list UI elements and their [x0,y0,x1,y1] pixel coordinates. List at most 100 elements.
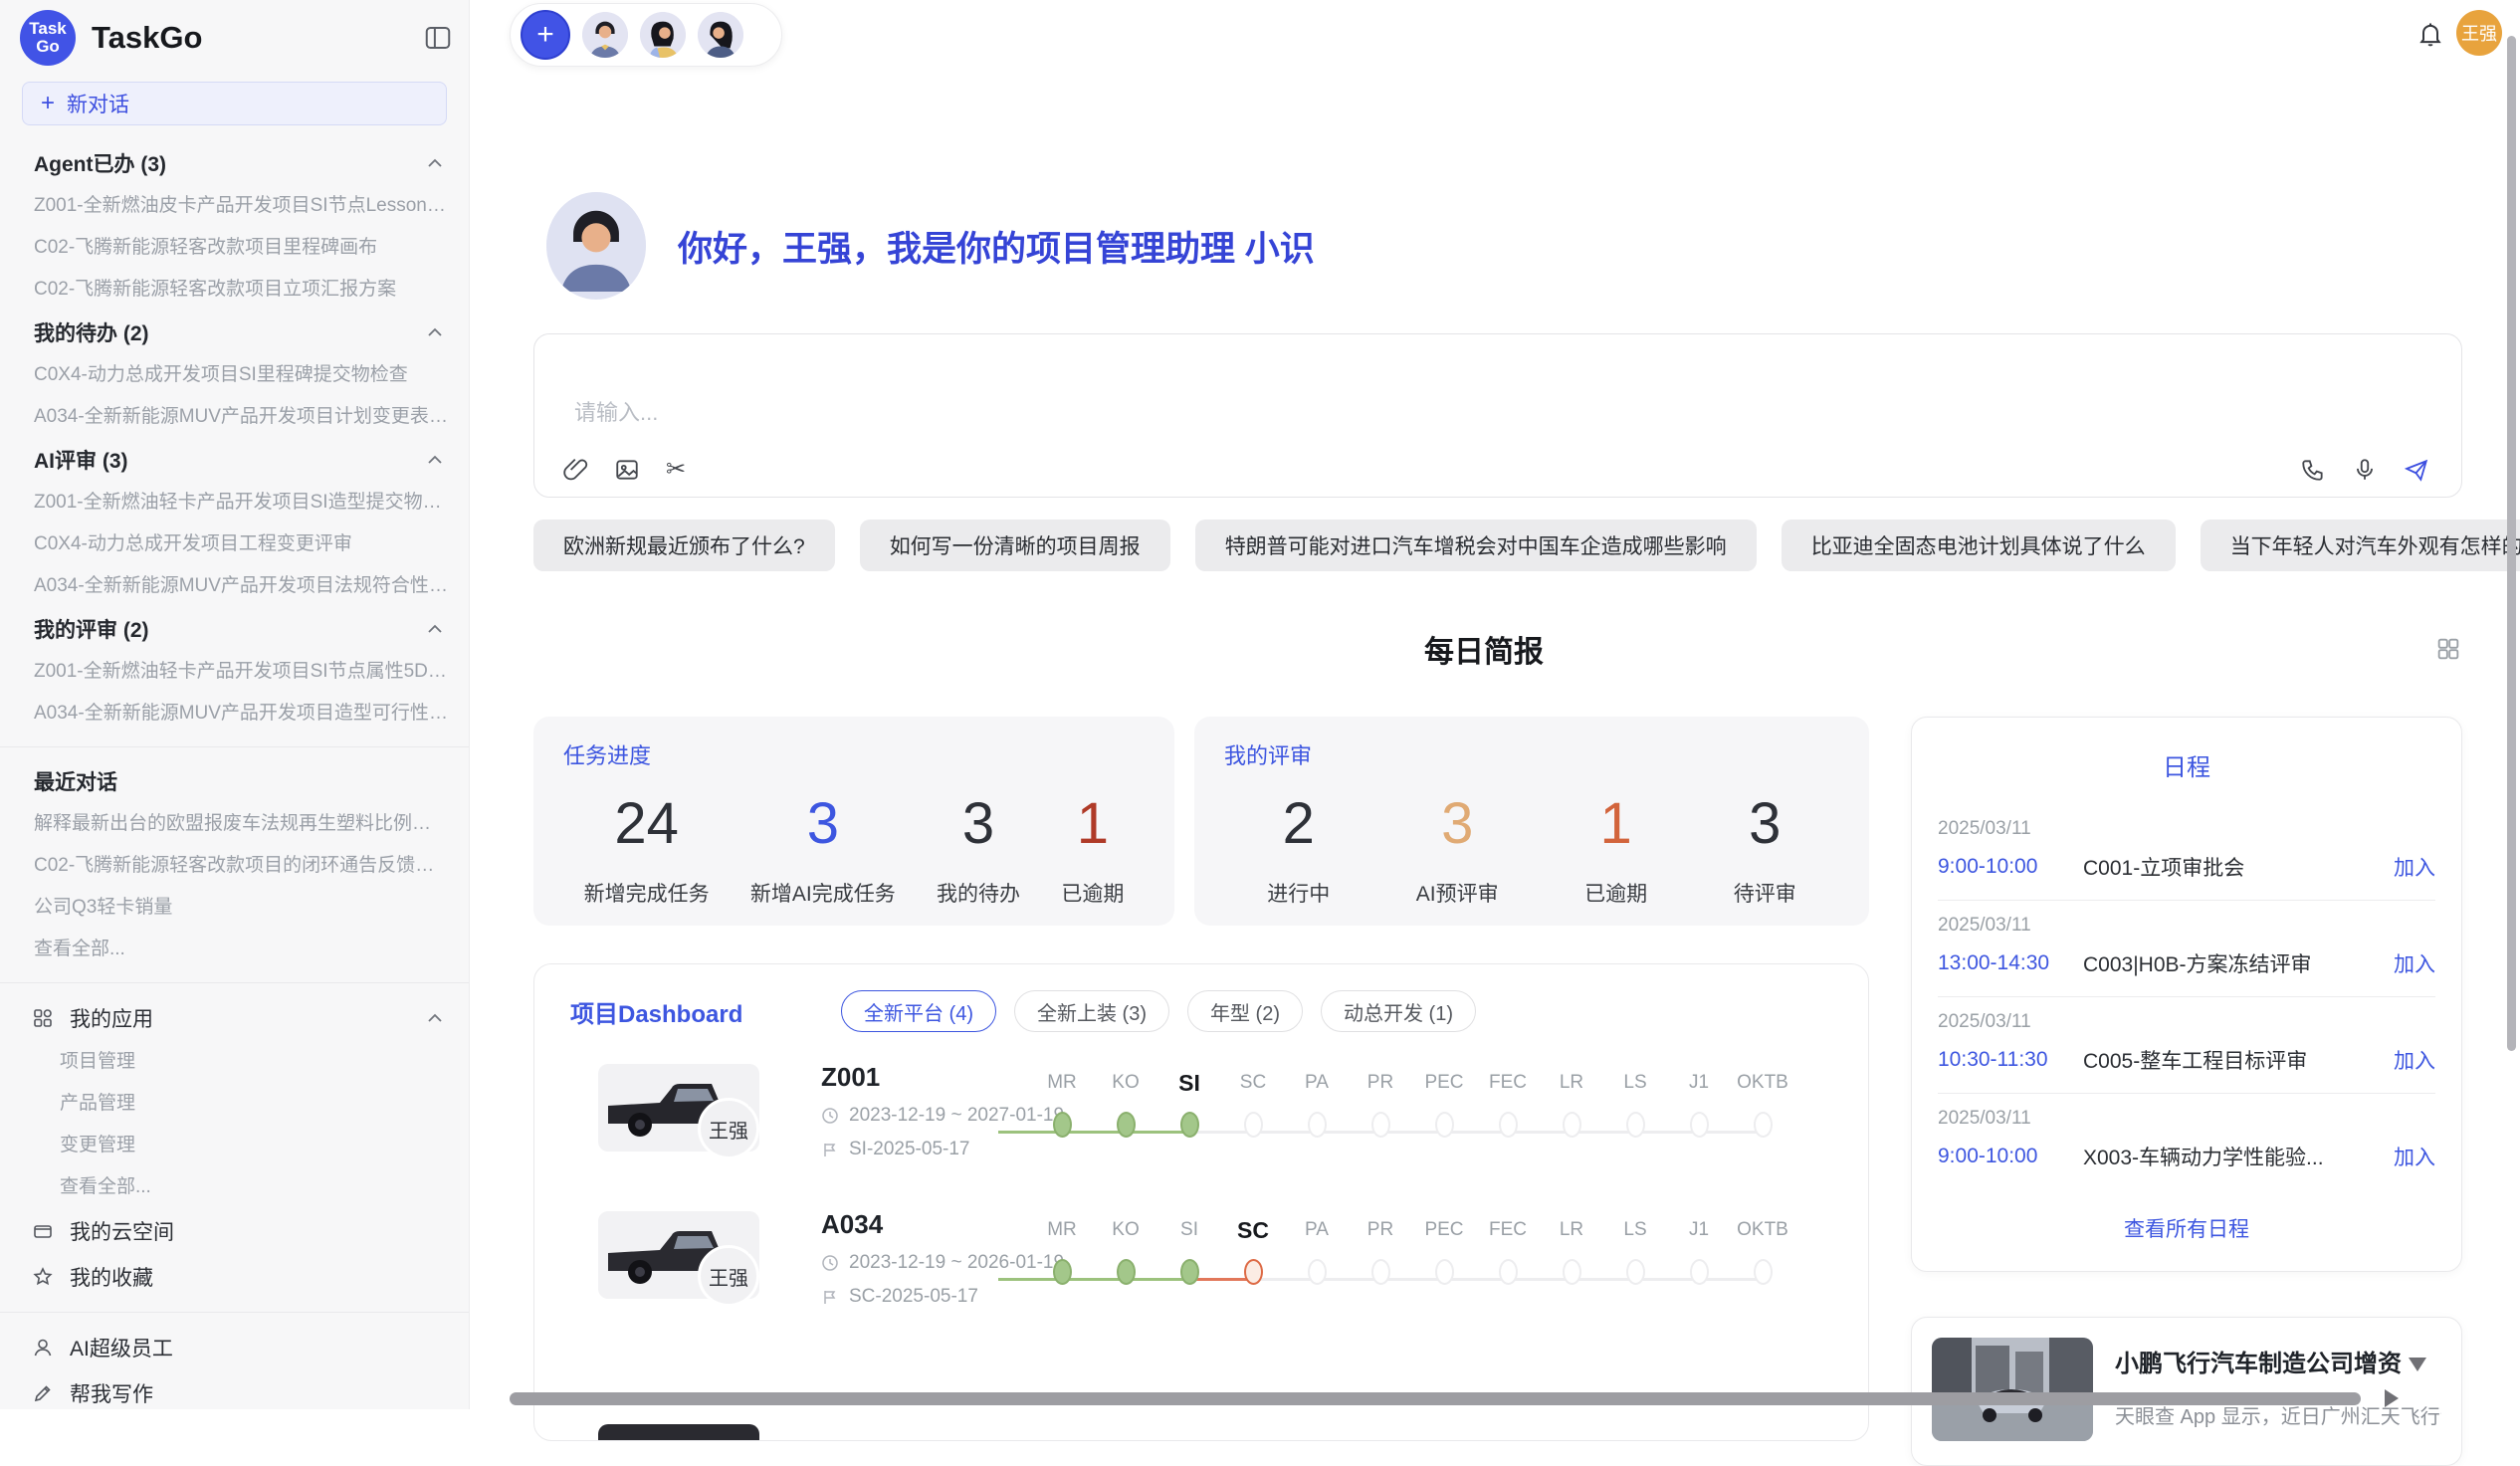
clock-icon [821,1107,839,1125]
phone-call-icon[interactable] [2300,457,2326,483]
pencil-icon [32,1382,54,1404]
app-link-item[interactable]: 产品管理 [0,1083,469,1125]
suggestion-chip[interactable]: 欧洲新规最近颁布了什么? [533,520,835,571]
suggestion-chip[interactable]: 比亚迪全固态电池计划具体说了什么 [1782,520,2176,571]
filter-pill[interactable]: 年型 (2) [1187,990,1303,1032]
join-link[interactable]: 加入 [2394,1142,2435,1171]
join-link[interactable]: 加入 [2394,948,2435,978]
schedule-name: X003-车辆动力学性能验... [2083,1142,2380,1171]
sidebar-item-my-apps[interactable]: 我的应用 [0,995,469,1041]
filter-pill[interactable]: 全新平台 (4) [841,990,996,1032]
chat-input-card: ✂ [533,333,2462,498]
schedule-date: 2025/03/11 [1938,818,2435,840]
chevron-up-icon[interactable] [427,624,443,634]
join-link[interactable]: 加入 [2394,852,2435,882]
stat-value: 24 [614,788,679,860]
sidebar-task-item[interactable]: A034-全新新能源MUV产品开发项目造型可行性评审 [0,693,469,734]
milestone: SC [1221,1213,1285,1285]
project-info: A034 2023-12-19 ~ 2026-01-19 SC-2025-05-… [821,1209,1064,1308]
milestone-dot [1626,1112,1645,1138]
user-avatar[interactable]: 王强 [2456,10,2502,56]
sidebar-collapse-icon[interactable] [423,23,453,53]
sidebar-task-item[interactable]: C02-飞腾新能源轻客改款项目里程碑画布 [0,227,469,269]
sidebar-task-item[interactable]: Z001-全新燃油轻卡产品开发项目SI造型提交物评审 [0,482,469,524]
milestone: KO [1094,1066,1157,1138]
recent-chat-item[interactable]: C02-飞腾新能源轻客改款项目的闭环通告反馈情况 [0,845,469,887]
sidebar-task-item[interactable]: C02-飞腾新能源轻客改款项目立项汇报方案 [0,269,469,311]
project-row-a034[interactable]: 王强 A034 2023-12-19 ~ 2026-01-19 SC-2025-… [570,1207,1832,1327]
section-header-ai-review[interactable]: AI评审 (3) [0,438,469,482]
apps-view-all[interactable]: 查看全部... [0,1166,469,1208]
chevron-up-icon[interactable] [427,455,443,465]
recent-chat-item[interactable]: 解释最新出台的欧盟报废车法规再生塑料比例被调至15%... [0,803,469,845]
send-icon[interactable] [2404,457,2429,483]
milestone-dot [1499,1112,1518,1138]
vertical-scrollbar[interactable] [2507,36,2516,1051]
filter-pill[interactable]: 动总开发 (1) [1321,990,1476,1032]
chevron-up-icon[interactable] [427,1013,443,1023]
cloud-space-icon [32,1220,54,1242]
project-dates: 2023-12-19 ~ 2027-01-19 [821,1105,1064,1127]
stat-item: 3 待评审 [1734,788,1796,908]
stats-row: 任务进度 24 新增完成任务 3 新增AI [533,717,1869,926]
my-review-title: 我的评审 [1224,738,1839,770]
chevron-up-icon[interactable] [427,327,443,337]
assistant-avatar [546,192,646,300]
sidebar-task-item[interactable]: A034-全新新能源MUV产品开发项目法规符合性评审 [0,565,469,607]
microphone-icon[interactable] [2352,457,2378,483]
attachment-icon[interactable] [562,457,588,483]
sidebar-item-cloud-space[interactable]: 我的云空间 [0,1208,469,1254]
sidebar-task-item[interactable]: Z001-全新燃油轻卡产品开发项目SI节点属性5D文件评审 [0,651,469,693]
milestone-dot [1053,1259,1072,1285]
app-link-item[interactable]: 变更管理 [0,1125,469,1166]
sidebar-item-write-helper[interactable]: 帮我写作 [0,1370,469,1409]
chat-input[interactable] [574,400,1769,426]
sidebar-task-item[interactable]: Z001-全新燃油皮卡产品开发项目SI节点Lesson Learn报告 [0,185,469,227]
sidebar-header: Task Go TaskGo [0,0,469,72]
filter-pill[interactable]: 全新上装 (3) [1014,990,1169,1032]
section-header-agent-done[interactable]: Agent已办 (3) [0,141,469,185]
stat-label: 已逾期 [1061,878,1124,908]
schedule-item: 2025/03/11 9:00-10:00 C001-立项审批会 加入 [1938,804,2435,901]
scroll-down-arrow-icon[interactable] [2409,1358,2426,1371]
chevron-up-icon[interactable] [427,158,443,168]
layout-grid-icon[interactable] [2434,635,2462,663]
sidebar-task-item[interactable]: C0X4-动力总成开发项目SI里程碑提交物检查 [0,354,469,396]
suggestion-chip[interactable]: 如何写一份清晰的项目周报 [860,520,1170,571]
app-link-item[interactable]: 项目管理 [0,1041,469,1083]
schedule-name: C005-整车工程目标评审 [2083,1045,2380,1075]
milestone-label: J1 [1689,1213,1709,1247]
scroll-right-arrow-icon[interactable] [2385,1389,2399,1407]
milestone-dot [1563,1259,1581,1285]
scissors-icon[interactable]: ✂ [666,457,686,483]
new-chat-button[interactable]: + 新对话 [22,82,447,125]
section-header-my-todo[interactable]: 我的待办 (2) [0,311,469,354]
project-row-z001[interactable]: 王强 Z001 2023-12-19 ~ 2027-01-19 SI-2025-… [570,1060,1832,1179]
news-card[interactable]: 小鹏飞行汽车制造公司增资 天眼查 App 显示，近日广州汇天飞行汽... [1911,1317,2462,1466]
stat-value: 1 [1600,788,1632,860]
project-code: Z001 [821,1062,1064,1093]
star-icon [32,1266,54,1288]
suggestion-chip[interactable]: 特朗普可能对进口汽车增税会对中国车企造成哪些影响 [1195,520,1757,571]
plus-icon: + [41,90,55,117]
image-upload-icon[interactable] [614,457,640,483]
horizontal-scrollbar[interactable] [510,1392,2361,1405]
recent-chat-item[interactable]: 公司Q3轻卡销量 [0,887,469,929]
sidebar-item-favorites[interactable]: 我的收藏 [0,1254,469,1300]
suggestion-chip[interactable]: 当下年轻人对汽车外观有怎样的喜好趋势 [2201,520,2520,571]
stat-value: 2 [1283,788,1315,860]
recent-view-all[interactable]: 查看全部... [0,929,469,970]
app-logo: Task Go [20,10,76,66]
sidebar-task-item[interactable]: C0X4-动力总成开发项目工程变更评审 [0,524,469,565]
milestone-label: SI [1178,1066,1200,1100]
briefing-right-column: 日程 2025/03/11 9:00-10:00 C001-立项审批会 加入 [1911,717,2462,1466]
greeting-text: 你好，王强，我是你的项目管理助理 小识 [678,221,1315,272]
section-header-my-review[interactable]: 我的评审 (2) [0,607,469,651]
join-link[interactable]: 加入 [2394,1045,2435,1075]
view-all-schedule-link[interactable]: 查看所有日程 [1938,1213,2435,1247]
sidebar-item-ai-employee[interactable]: AI超级员工 [0,1325,469,1370]
dashboard-title: 项目Dashboard [570,994,841,1029]
briefing-left-column: 任务进度 24 新增完成任务 3 新增AI [533,717,1869,1466]
stat-label: 待评审 [1734,878,1796,908]
sidebar-task-item[interactable]: A034-全新新能源MUV产品开发项目计划变更表编写 [0,396,469,438]
